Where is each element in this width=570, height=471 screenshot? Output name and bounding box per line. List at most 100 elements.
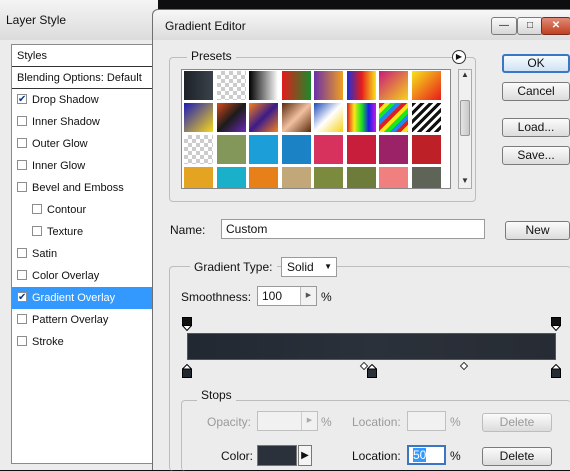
minimize-icon: — [499, 20, 509, 31]
styles-item-texture[interactable]: Texture [12, 221, 152, 243]
preset-swatch[interactable] [313, 70, 344, 101]
checkbox-color-overlay[interactable] [17, 270, 27, 281]
preset-swatch[interactable] [345, 70, 377, 101]
opacity-stop[interactable] [181, 317, 193, 332]
styles-item-inner-shadow[interactable]: Inner Shadow [12, 111, 152, 133]
preset-swatch[interactable] [410, 70, 442, 101]
preset-swatch[interactable] [183, 166, 214, 188]
color-delete-button[interactable]: Delete [482, 447, 552, 466]
preset-swatch[interactable] [280, 166, 312, 188]
gradient-bar[interactable] [187, 333, 556, 360]
preset-swatch[interactable] [215, 102, 247, 133]
preset-swatch[interactable] [215, 70, 247, 101]
preset-swatch[interactable] [280, 134, 312, 165]
color-location-input[interactable]: 50 [407, 445, 446, 465]
preset-swatch[interactable] [280, 102, 312, 133]
styles-item-drop-shadow[interactable]: ✔ Drop Shadow [12, 89, 152, 111]
styles-item-label: Inner Glow [32, 160, 86, 172]
preset-swatch[interactable] [280, 70, 312, 101]
color-swatch[interactable] [257, 445, 297, 466]
preset-swatch[interactable] [313, 134, 344, 165]
preset-swatch[interactable] [183, 102, 214, 133]
arrow-right-icon: ▶ [301, 450, 309, 461]
preset-swatch[interactable] [410, 166, 442, 188]
maximize-button[interactable]: □ [517, 17, 543, 35]
checkbox-bevel-and-emboss[interactable] [17, 182, 27, 193]
styles-item-contour[interactable]: Contour [12, 199, 152, 221]
preset-swatch[interactable] [215, 134, 247, 165]
preset-swatch[interactable] [378, 134, 409, 165]
smoothness-arrow-icon[interactable]: ▶ [300, 287, 316, 305]
styles-item-blending-options-default[interactable]: Blending Options: Default [12, 67, 152, 89]
preset-swatch[interactable] [378, 70, 409, 101]
cancel-button[interactable]: Cancel [502, 82, 570, 101]
styles-item-inner-glow[interactable]: Inner Glow [12, 155, 152, 177]
styles-item-bevel-and-emboss[interactable]: Bevel and Emboss [12, 177, 152, 199]
checkbox-contour[interactable] [32, 204, 42, 215]
styles-item-gradient-overlay[interactable]: ✔ Gradient Overlay [12, 287, 152, 309]
color-menu-button[interactable]: ▶ [298, 445, 312, 466]
styles-item-color-overlay[interactable]: Color Overlay [12, 265, 152, 287]
preset-swatch[interactable] [248, 70, 279, 101]
preset-swatch[interactable] [345, 102, 377, 133]
preset-swatch[interactable] [378, 166, 409, 188]
chevron-down-icon: ▼ [324, 262, 332, 271]
preset-swatch[interactable] [345, 166, 377, 188]
styles-item-styles[interactable]: Styles [12, 45, 152, 67]
color-stop[interactable] [550, 363, 562, 378]
preset-swatch[interactable] [183, 70, 214, 101]
checkbox-gradient-overlay[interactable]: ✔ [17, 292, 27, 303]
color-label: Color: [221, 449, 254, 463]
ok-button[interactable]: OK [502, 54, 570, 73]
checkbox-pattern-overlay[interactable] [17, 314, 27, 325]
smoothness-percent: % [321, 290, 332, 304]
layer-style-dialog: Layer Style Styles Blending Options: Defa… [0, 0, 158, 470]
color-stop[interactable] [365, 363, 378, 378]
scroll-thumb[interactable] [460, 100, 470, 136]
smoothness-value: 100 [262, 289, 283, 303]
styles-item-outer-glow[interactable]: Outer Glow [12, 133, 152, 155]
checkbox-outer-glow[interactable] [17, 138, 27, 149]
styles-item-satin[interactable]: Satin [12, 243, 152, 265]
styles-item-stroke[interactable]: Stroke [12, 331, 152, 353]
gradient-type-select[interactable]: Solid ▼ [281, 257, 337, 277]
close-button[interactable]: ✕ [541, 17, 570, 35]
presets-menu-button[interactable]: ▶ [452, 50, 466, 64]
save-button[interactable]: Save... [502, 146, 570, 165]
styles-item-label: Texture [47, 226, 84, 238]
color-location-value: 50 [413, 448, 427, 462]
styles-item-pattern-overlay[interactable]: Pattern Overlay [12, 309, 152, 331]
checkbox-stroke[interactable] [17, 336, 27, 347]
checkbox-inner-glow[interactable] [17, 160, 27, 171]
presets-scrollbar[interactable]: ▲ ▼ [458, 69, 472, 189]
preset-swatch[interactable] [345, 134, 377, 165]
preset-swatch[interactable] [410, 102, 442, 133]
preset-swatch[interactable] [313, 102, 344, 133]
preset-swatch[interactable] [248, 166, 279, 188]
preset-swatch[interactable] [248, 134, 279, 165]
styles-item-label: Stroke [32, 336, 64, 348]
preset-swatch[interactable] [215, 166, 247, 188]
opacity-input: ▶ [257, 411, 318, 431]
scroll-down-icon[interactable]: ▼ [461, 176, 469, 185]
name-input[interactable]: Custom [221, 219, 485, 239]
preset-swatch[interactable] [378, 102, 409, 133]
checkbox-inner-shadow[interactable] [17, 116, 27, 127]
preset-swatch[interactable] [183, 134, 214, 165]
smoothness-input[interactable]: 100 ▶ [257, 286, 317, 306]
color-location-label: Location: [352, 449, 401, 463]
preset-swatch[interactable] [410, 134, 442, 165]
opacity-label: Opacity: [207, 415, 252, 429]
preset-swatch[interactable] [313, 166, 344, 188]
checkbox-texture[interactable] [32, 226, 42, 237]
minimize-button[interactable]: — [491, 17, 517, 35]
color-stop[interactable] [181, 363, 193, 378]
opacity-stop[interactable] [550, 317, 562, 332]
new-button[interactable]: New [505, 221, 570, 240]
preset-swatch[interactable] [248, 102, 279, 133]
checkbox-drop-shadow[interactable]: ✔ [17, 94, 27, 105]
checkbox-satin[interactable] [17, 248, 27, 259]
scroll-up-icon[interactable]: ▲ [461, 70, 469, 79]
load-button[interactable]: Load... [502, 118, 570, 137]
styles-item-label: Pattern Overlay [32, 314, 109, 326]
